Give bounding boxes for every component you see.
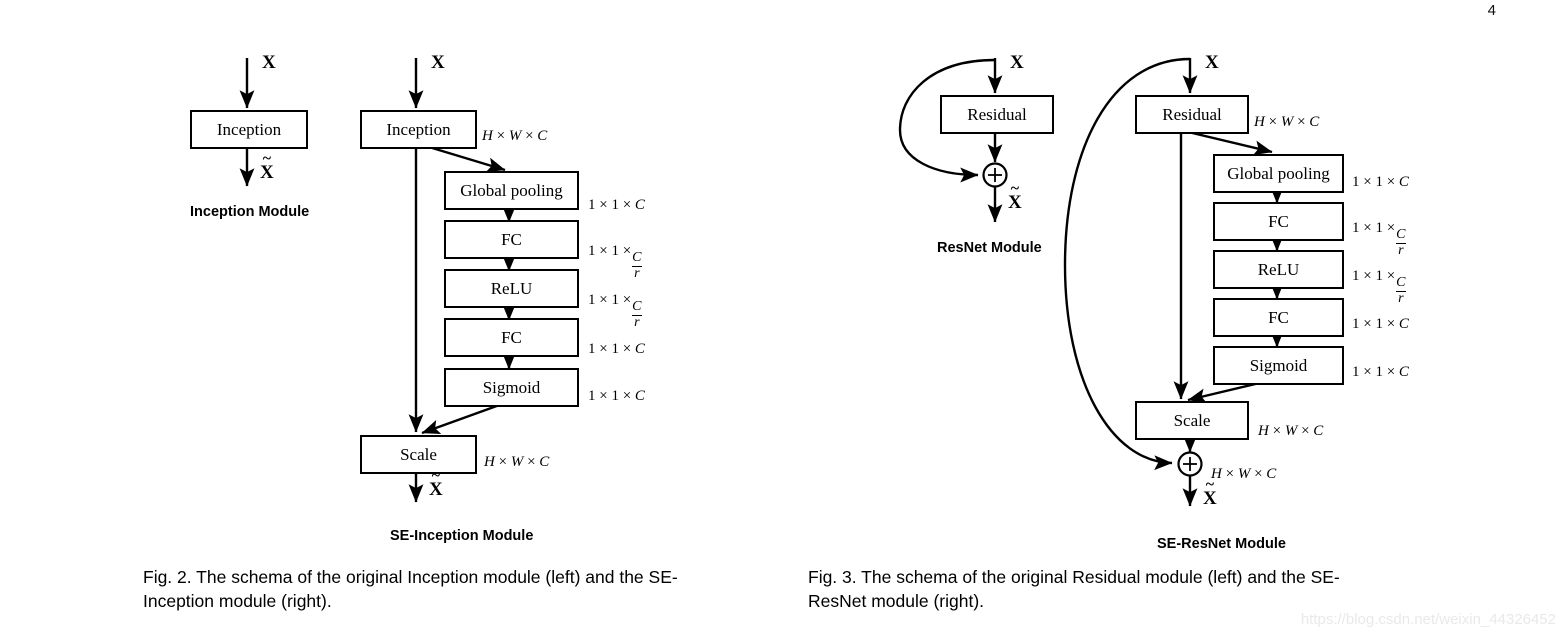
caption-line: Inception module (right). — [143, 591, 332, 612]
block-residual[interactable]: Residual — [1135, 95, 1249, 134]
block-residual[interactable]: Residual — [940, 95, 1054, 134]
block-relu[interactable]: ReLU — [444, 269, 579, 308]
se-inception-output-tensor-label: ~ X — [429, 467, 443, 500]
block-label: Sigmoid — [482, 378, 541, 397]
resnet-input-tensor-label: X — [1010, 52, 1024, 73]
dim-label: 1 × 1 × C — [1352, 174, 1409, 190]
block-relu[interactable]: ReLU — [1213, 250, 1344, 289]
block-fc[interactable]: FC — [1213, 298, 1344, 337]
block-label: Inception — [216, 120, 282, 139]
block-label: FC — [1268, 212, 1289, 231]
dim-label: H × W × C — [484, 454, 550, 470]
dim-label: H × W × C — [482, 128, 548, 144]
watermark: https://blog.csdn.net/weixin_44326452 — [1300, 611, 1556, 628]
block-scale[interactable]: Scale — [360, 435, 477, 474]
block-global-pooling[interactable]: Global pooling — [1213, 154, 1344, 193]
block-label: Residual — [967, 105, 1027, 124]
sum-dim-label: H × W × C — [1211, 466, 1277, 482]
block-label: FC — [501, 328, 522, 347]
block-label: Global pooling — [1227, 164, 1330, 183]
inception-output-tensor-label: ~ X — [260, 150, 274, 183]
block-label: Scale — [400, 445, 437, 464]
block-fc[interactable]: FC — [444, 318, 579, 357]
caption-line: Fig. 3. The schema of the original Resid… — [808, 567, 1340, 587]
dim-label: H × W × C — [1258, 423, 1324, 439]
figure-2-caption: Fig. 2. The schema of the original Incep… — [143, 565, 783, 613]
se-inception-input-tensor-label: X — [431, 52, 445, 73]
dim-label: 1 × 1 × Cr — [1352, 220, 1406, 258]
block-global-pooling[interactable]: Global pooling — [444, 171, 579, 210]
block-label: ReLU — [1257, 260, 1300, 279]
block-label: FC — [501, 230, 522, 249]
block-label: Scale — [1173, 411, 1211, 430]
block-inception[interactable]: Inception — [360, 110, 477, 149]
se-inception-module-title: SE-Inception Module — [390, 528, 534, 544]
caption-line: Fig. 2. The schema of the original Incep… — [143, 567, 678, 587]
inception-module-title: Inception Module — [190, 204, 310, 220]
block-label: FC — [1268, 308, 1289, 327]
inception-input-tensor-label: X — [262, 52, 276, 73]
se-resnet-output-tensor-label: ~ X — [1203, 476, 1217, 509]
dim-label: 1 × 1 × C — [1352, 316, 1409, 332]
dim-label: 1 × 1 × Cr — [588, 243, 642, 281]
dim-label: 1 × 1 × C — [588, 341, 645, 357]
dim-label: 1 × 1 × Cr — [588, 292, 642, 330]
figure-3-caption: Fig. 3. The schema of the original Resid… — [808, 565, 1458, 613]
resnet-output-tensor-label: ~ X — [1008, 180, 1022, 213]
document-page: 4 X Inception ~ X Inception Module X Inc… — [0, 0, 1564, 636]
block-sigmoid[interactable]: Sigmoid — [1213, 346, 1344, 385]
block-label: ReLU — [490, 279, 533, 298]
dim-label: H × W × C — [1254, 114, 1320, 130]
dim-label: 1 × 1 × C — [588, 197, 645, 213]
block-fc[interactable]: FC — [444, 220, 579, 259]
block-label: Sigmoid — [1249, 356, 1308, 375]
block-sigmoid[interactable]: Sigmoid — [444, 368, 579, 407]
dim-label: 1 × 1 × C — [1352, 364, 1409, 380]
block-scale[interactable]: Scale — [1135, 401, 1249, 440]
dim-label: 1 × 1 × Cr — [1352, 268, 1406, 306]
block-inception[interactable]: Inception — [190, 110, 308, 149]
resnet-module-title: ResNet Module — [937, 240, 1042, 256]
block-label: Residual — [1162, 105, 1222, 124]
block-label: Global pooling — [460, 181, 563, 200]
se-resnet-module-title: SE-ResNet Module — [1157, 536, 1286, 552]
dim-label: 1 × 1 × C — [588, 388, 645, 404]
caption-line: ResNet module (right). — [808, 591, 985, 612]
se-resnet-input-tensor-label: X — [1205, 52, 1219, 73]
block-fc[interactable]: FC — [1213, 202, 1344, 241]
block-label: Inception — [386, 120, 451, 139]
